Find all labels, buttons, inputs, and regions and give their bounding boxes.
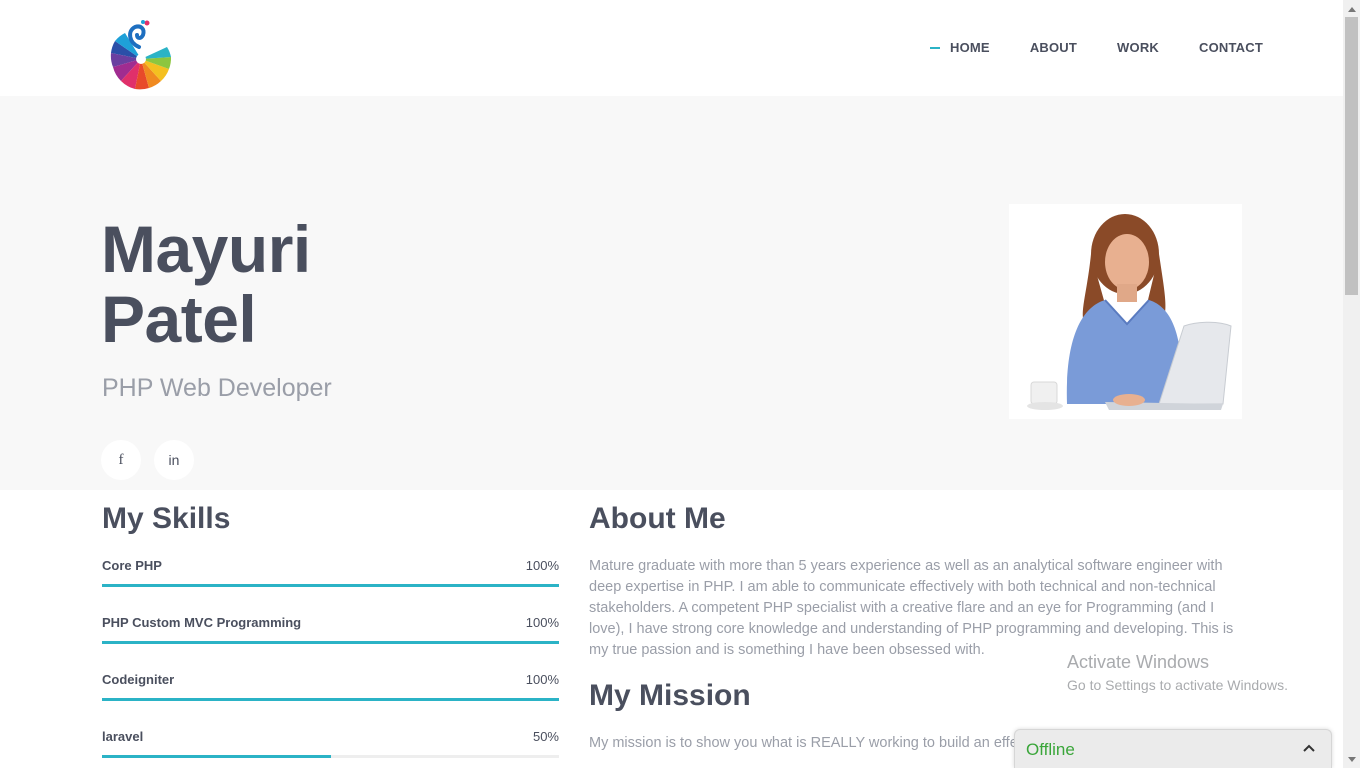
scroll-up-arrow-icon[interactable] [1343, 0, 1360, 17]
nav-home-label: HOME [950, 40, 990, 55]
skill-progress-fill [102, 584, 559, 587]
nav-work[interactable]: WORK [1117, 40, 1159, 55]
activate-windows-subtitle: Go to Settings to activate Windows. [1067, 677, 1288, 693]
chat-status: Offline [1026, 740, 1075, 759]
scroll-thumb[interactable] [1345, 17, 1358, 295]
skill-percent: 100% [525, 558, 559, 573]
skill-progress-fill [102, 698, 559, 701]
active-indicator [930, 46, 940, 49]
hero-name: Mayuri Patel [101, 214, 311, 354]
activate-windows-title: Activate Windows [1067, 652, 1210, 672]
activate-windows-watermark: Activate Windows Go to Settings to activ… [1067, 652, 1288, 693]
nav-contact[interactable]: CONTACT [1199, 40, 1263, 55]
facebook-icon: f [118, 451, 124, 468]
about-title: About Me [589, 502, 726, 535]
nav-contact-label: CONTACT [1199, 40, 1263, 55]
hero-role: PHP Web Developer [102, 374, 332, 402]
skills-title: My Skills [102, 502, 231, 535]
page-scrollbar[interactable] [1343, 0, 1360, 768]
site-header: HOME ABOUT WORK CONTACT [0, 0, 1343, 96]
skill-name: PHP Custom MVC Programming [102, 615, 302, 630]
about-text: Mature graduate with more than 5 years e… [589, 558, 1234, 658]
skill-name: Codeigniter [102, 672, 175, 687]
skill-progress-track [102, 584, 559, 587]
mission-title: My Mission [589, 679, 751, 712]
skill-name: laravel [102, 729, 144, 744]
peacock-logo[interactable] [103, 17, 177, 91]
skill-percent: 50% [532, 729, 559, 744]
hero-section: Mayuri Patel PHP Web Developer f in [0, 96, 1343, 490]
skill-progress-fill [102, 641, 559, 644]
facebook-link[interactable]: f [101, 440, 141, 480]
skill-name: Core PHP [102, 558, 162, 573]
skill-percent: 100% [525, 672, 559, 687]
profile-photo [1009, 204, 1242, 419]
linkedin-icon: in [168, 452, 180, 468]
skill-percent: 100% [525, 615, 559, 630]
nav-about[interactable]: ABOUT [1030, 40, 1077, 55]
chevron-up-icon[interactable] [1303, 742, 1315, 754]
nav-home[interactable]: HOME [930, 40, 990, 55]
scroll-down-arrow-icon[interactable] [1343, 751, 1360, 768]
skill-progress-track [102, 755, 559, 758]
chat-widget[interactable]: Offline [1014, 729, 1332, 768]
hero-last-name: Patel [101, 282, 257, 356]
skill-progress-track [102, 698, 559, 701]
main-nav: HOME ABOUT WORK CONTACT [930, 40, 1263, 55]
skill-progress-track [102, 641, 559, 644]
hero-first-name: Mayuri [101, 212, 311, 286]
nav-about-label: ABOUT [1029, 40, 1078, 55]
nav-work-label: WORK [1117, 40, 1159, 55]
linkedin-link[interactable]: in [154, 440, 194, 480]
skill-progress-fill [102, 755, 331, 758]
